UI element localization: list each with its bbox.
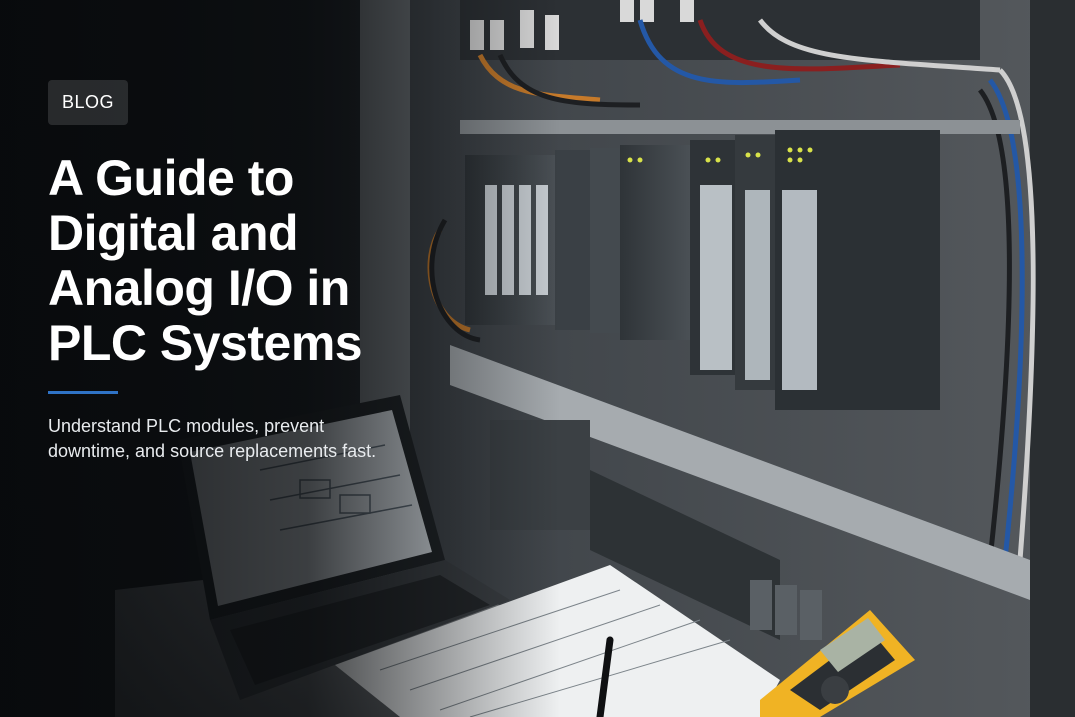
hero-content: BLOG A Guide to Digital and Analog I/O i…	[48, 80, 448, 464]
subtitle: Understand PLC modules, prevent downtime…	[48, 414, 448, 464]
page-title: A Guide to Digital and Analog I/O in PLC…	[48, 151, 448, 371]
hero-banner: BLOG A Guide to Digital and Analog I/O i…	[0, 0, 1075, 717]
category-badge[interactable]: BLOG	[48, 80, 129, 125]
title-line: Analog I/O in	[48, 260, 350, 316]
subtitle-line: downtime, and source replacements fast.	[48, 441, 377, 461]
subtitle-line: Understand PLC modules, prevent	[48, 416, 325, 436]
title-line: A Guide to	[48, 150, 294, 206]
title-line: Digital and	[48, 205, 299, 261]
title-line: PLC Systems	[48, 315, 363, 371]
accent-divider	[48, 391, 118, 394]
